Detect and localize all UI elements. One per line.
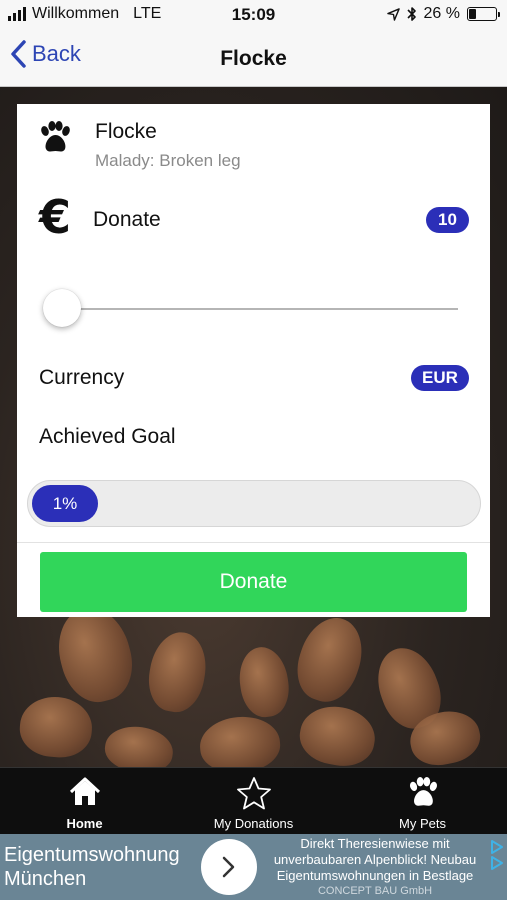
status-bar: Willkommen LTE 15:09 26 %	[0, 0, 507, 30]
tab-label: My Donations	[213, 816, 294, 831]
star-icon	[236, 777, 271, 810]
currency-badge[interactable]: EUR	[411, 365, 469, 391]
ad-title: Eigentumswohnung München	[4, 844, 180, 890]
tab-my-donations[interactable]: My Donations	[169, 768, 338, 835]
achieved-goal-label: Achieved Goal	[39, 425, 176, 448]
location-icon	[386, 7, 400, 21]
status-right: 26 %	[386, 5, 500, 23]
donation-amount-badge: 10	[426, 207, 469, 233]
euro-icon: €	[39, 190, 72, 244]
donate-amount-label: Donate	[93, 208, 161, 231]
ad-choices-icon[interactable]	[489, 838, 505, 872]
goal-progress-bar: 1%	[27, 480, 481, 527]
donation-slider-knob[interactable]	[43, 289, 81, 327]
paw-icon	[41, 121, 70, 152]
navigation-bar: Back Flocke	[0, 30, 507, 87]
bluetooth-icon	[406, 7, 416, 21]
tab-label: My Pets	[399, 816, 446, 831]
donation-card: Flocke Malady: Broken leg € Donate 10 Cu…	[17, 104, 490, 617]
tab-my-pets[interactable]: My Pets	[338, 768, 507, 835]
divider	[17, 542, 490, 543]
paw-icon	[409, 776, 437, 806]
ad-banner[interactable]: Eigentumswohnung München Direkt Theresie…	[0, 834, 507, 900]
tab-home[interactable]: Home	[0, 768, 169, 835]
tab-bar: Home My Donations My Pets	[0, 767, 507, 834]
pet-name: Flocke	[95, 120, 157, 143]
home-icon	[69, 777, 100, 805]
donate-button[interactable]: Donate	[40, 552, 467, 612]
tab-label: Home	[66, 816, 103, 831]
ad-brand: CONCEPT BAU GmbH	[317, 885, 433, 897]
page-title: Flocke	[220, 47, 287, 70]
chevron-right-icon	[222, 856, 235, 878]
currency-label: Currency	[39, 366, 125, 389]
battery-icon	[467, 7, 500, 21]
goal-progress-fill: 1%	[32, 485, 98, 522]
pet-malady: Malady: Broken leg	[95, 151, 241, 170]
donation-slider-track[interactable]	[47, 308, 458, 310]
ad-body: Direkt Theresienwiese mit unverbaubaren …	[273, 836, 477, 883]
battery-percent: 26 %	[423, 5, 460, 22]
ad-open-button[interactable]	[201, 839, 257, 895]
